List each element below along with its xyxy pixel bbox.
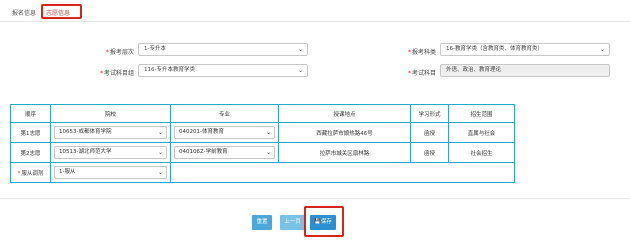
major-cell: 040201-体育教育 ⌄ xyxy=(170,122,279,143)
level-select[interactable]: 1-专升本 ⌄ xyxy=(138,43,308,56)
chevron-down-icon: ⌄ xyxy=(265,129,271,136)
adjust-select-value: 1-服从 xyxy=(59,169,76,175)
required-mark: * xyxy=(407,49,411,56)
exam-subjects-field: 外语、政治、教育理论 xyxy=(440,64,610,77)
adjust-row: *服从调剂 1-服从 ⌄ xyxy=(10,162,515,183)
subject-label: *报考科类 xyxy=(407,49,436,56)
subject-select-value: 16-教育学类（含教育类、体育教育类） xyxy=(446,46,543,52)
exam-subjects-label: *考试科目 xyxy=(407,70,436,77)
mode-cell: 函授 xyxy=(410,122,449,143)
major-cell: 040106Z-学前教育 ⌄ xyxy=(170,142,279,163)
chevron-down-icon: ⌄ xyxy=(297,46,303,53)
major-select-value: 040106Z-学前教育 xyxy=(179,149,228,155)
column-header: 学习形式 xyxy=(410,104,449,123)
school-cell: 10653-成都体育学院 ⌄ xyxy=(50,122,171,143)
exam-plan-select-value: 116-专升本教育学类 xyxy=(144,67,195,73)
exam-plan-select[interactable]: 116-专升本教育学类 ⌄ xyxy=(138,64,308,77)
save-highlight-box xyxy=(304,206,344,237)
mode-cell: 函授 xyxy=(410,142,449,163)
level-label: *报考层次 xyxy=(105,49,134,56)
scope-cell: 社会招生 xyxy=(448,142,515,163)
major-select[interactable]: 040201-体育教育 ⌄ xyxy=(174,126,275,139)
chevron-down-icon: ⌄ xyxy=(157,149,163,156)
location-cell: 西藏拉萨市娘热路46号 xyxy=(278,122,411,143)
required-mark: * xyxy=(99,70,103,77)
school-select[interactable]: 10653-成都体育学院 ⌄ xyxy=(54,126,167,139)
preferences-table: 顺序 院校 专业 授课地点 学习形式 招生范围 第1志愿 10653-成都体育学… xyxy=(10,104,515,183)
column-header: 顺序 xyxy=(10,104,51,123)
school-select-value: 10513-湖北师范大学 xyxy=(59,149,112,155)
exam-subjects-value: 外语、政治、教育理论 xyxy=(446,67,502,73)
required-mark: * xyxy=(407,70,411,77)
required-mark: * xyxy=(17,170,21,177)
table-header-row: 顺序 院校 专业 授课地点 学习形式 招生范围 xyxy=(10,104,515,123)
chevron-down-icon: ⌄ xyxy=(157,129,163,136)
table-row: 第2志愿 10513-湖北师范大学 ⌄ 040106Z-学前教育 ⌄ 拉萨市城关… xyxy=(10,142,515,163)
major-select-value: 040201-体育教育 xyxy=(179,129,224,135)
adjust-empty-cell xyxy=(170,162,515,183)
school-select-value: 10653-成都体育学院 xyxy=(59,129,112,135)
adjust-select[interactable]: 1-服从 ⌄ xyxy=(54,166,167,179)
chevron-down-icon: ⌄ xyxy=(297,67,303,74)
scope-cell: 直属与社会 xyxy=(448,122,515,143)
divider xyxy=(0,198,630,199)
order-cell: 第2志愿 xyxy=(10,142,51,163)
chevron-down-icon: ⌄ xyxy=(265,149,271,156)
column-header: 招生范围 xyxy=(448,104,515,123)
table-row: 第1志愿 10653-成都体育学院 ⌄ 040201-体育教育 ⌄ 西藏拉萨市娘… xyxy=(10,122,515,143)
chevron-down-icon: ⌄ xyxy=(157,169,163,176)
school-select[interactable]: 10513-湖北师范大学 ⌄ xyxy=(54,146,167,159)
tab-highlight-box xyxy=(41,4,82,19)
adjust-cell: 1-服从 ⌄ xyxy=(50,162,171,183)
prev-page-button[interactable]: 上一页 xyxy=(280,215,305,230)
order-cell: 第1志愿 xyxy=(10,122,51,143)
major-select[interactable]: 040106Z-学前教育 ⌄ xyxy=(174,146,275,159)
location-cell: 拉萨市城关区扇林路 xyxy=(278,142,411,163)
exam-plan-label: *考试科目组 xyxy=(99,70,134,77)
column-header: 院校 xyxy=(50,104,171,123)
tab-bar: 报名信息 志愿信息 xyxy=(0,0,630,22)
adjust-label: *服从调剂 xyxy=(10,162,51,183)
required-mark: * xyxy=(105,49,109,56)
tab-registration-info[interactable]: 报名信息 xyxy=(12,8,36,17)
school-cell: 10513-湖北师范大学 ⌄ xyxy=(50,142,171,163)
subject-select[interactable]: 16-教育学类（含教育类、体育教育类） ⌄ xyxy=(440,43,610,56)
reset-button[interactable]: 重置 xyxy=(252,215,272,230)
column-header: 授课地点 xyxy=(278,104,411,123)
level-select-value: 1-专升本 xyxy=(144,46,166,52)
chevron-down-icon: ⌄ xyxy=(599,46,605,53)
column-header: 专业 xyxy=(170,104,279,123)
